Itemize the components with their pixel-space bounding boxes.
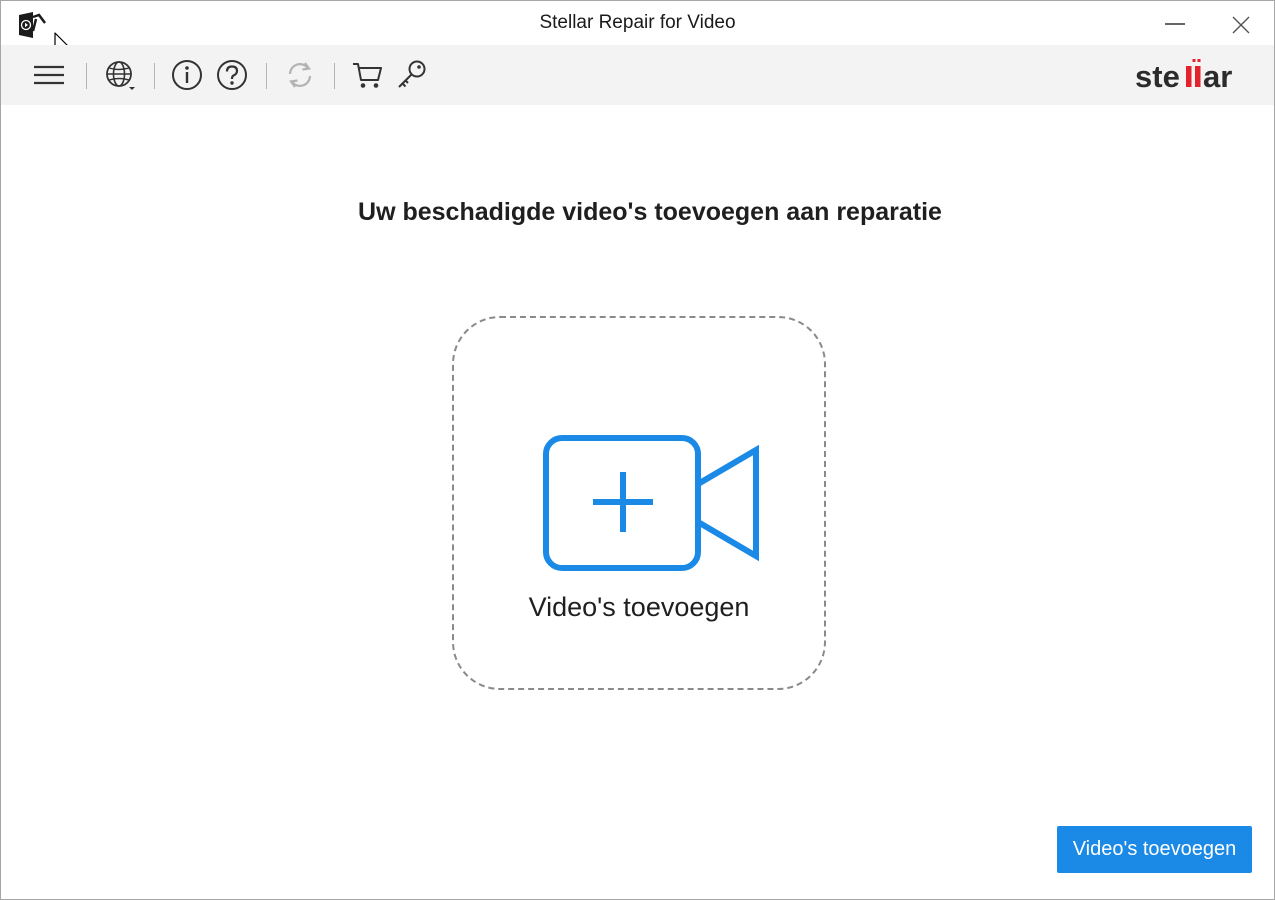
svg-text:ar: ar [1203,59,1232,94]
app-window: Stellar Repair for Video ste ar Uw besch… [0,0,1275,900]
drop-zone-label: Video's toevoegen [528,592,750,622]
menu-icon[interactable] [32,58,66,92]
cart-icon[interactable] [351,58,385,92]
toolbar-divider [334,63,335,89]
add-videos-button[interactable]: Video's toevoegen [1057,826,1252,873]
minimize-icon[interactable] [1160,9,1190,39]
toolbar-divider [266,63,267,89]
toolbar: ste ar [1,45,1274,105]
toolbar-divider [86,63,87,89]
key-icon[interactable] [395,58,429,92]
stellar-brand-logo: ste ar [1135,59,1232,94]
title-bar: Stellar Repair for Video [1,1,1274,58]
close-icon[interactable] [1225,9,1255,39]
toolbar-divider [154,63,155,89]
globe-icon[interactable] [103,58,137,92]
page-heading: Uw beschadigde video's toevoegen aan rep… [358,198,942,226]
refresh-icon[interactable] [283,58,317,92]
info-icon[interactable] [170,58,204,92]
add-video-camera-icon [543,435,759,571]
window-title: Stellar Repair for Video [539,12,736,33]
video-drop-zone[interactable]: Video's toevoegen [452,316,826,690]
svg-text:ste: ste [1135,59,1180,94]
help-icon[interactable] [215,58,249,92]
